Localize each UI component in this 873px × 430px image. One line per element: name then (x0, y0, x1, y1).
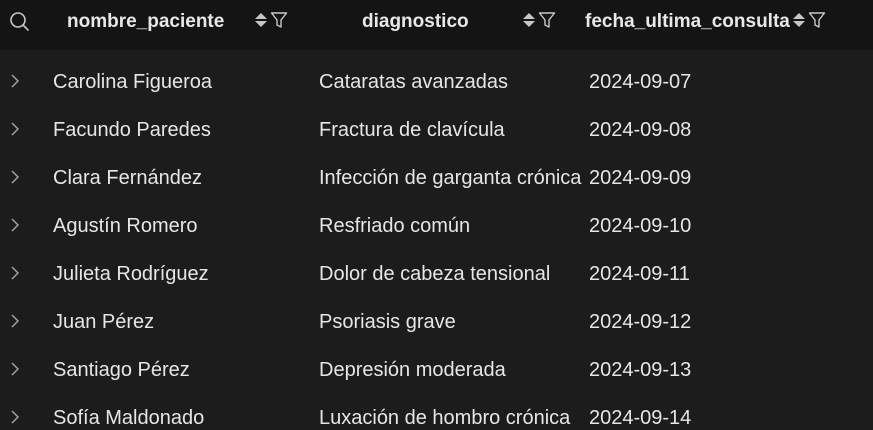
chevron-right-icon[interactable] (9, 360, 21, 378)
cell-diagnostico: Luxación de hombro crónica (319, 407, 571, 429)
filter-icon[interactable] (538, 10, 556, 30)
cell-fecha-ultima-consulta: 2024-09-08 (589, 119, 692, 141)
cell-diagnostico: Dolor de cabeza tensional (319, 263, 551, 285)
cell-diagnostico: Fractura de clavícula (319, 119, 505, 141)
column-controls-diagnostico (522, 8, 556, 32)
filter-icon[interactable] (270, 10, 288, 30)
table-row[interactable]: Clara Fernández Infección de garganta cr… (0, 154, 873, 202)
cell-nombre-paciente: Santiago Pérez (53, 359, 190, 381)
column-header-diagnostico[interactable]: diagnostico (362, 0, 512, 44)
column-controls-fecha-ultima-consulta (792, 8, 826, 32)
table-row[interactable]: Facundo Paredes Fractura de clavícula 20… (0, 106, 873, 154)
table-row[interactable]: Santiago Pérez Depresión moderada 2024-0… (0, 346, 873, 394)
cell-diagnostico: Resfriado común (319, 215, 471, 237)
chevron-right-icon[interactable] (9, 408, 21, 426)
grid-body: Carolina Figueroa Cataratas avanzadas 20… (0, 58, 873, 430)
column-controls-nombre-paciente (254, 8, 288, 32)
cell-nombre-paciente: Carolina Figueroa (53, 71, 212, 93)
chevron-right-icon[interactable] (9, 120, 21, 138)
cell-fecha-ultima-consulta: 2024-09-09 (589, 167, 692, 189)
sort-icon[interactable] (792, 10, 806, 30)
table-row[interactable]: Carolina Figueroa Cataratas avanzadas 20… (0, 58, 873, 106)
sort-icon[interactable] (522, 10, 536, 30)
sort-icon[interactable] (254, 10, 268, 30)
search-icon[interactable] (8, 10, 30, 32)
cell-diagnostico: Psoriasis grave (319, 311, 456, 333)
grid-header: nombre_paciente diagnostico fecha_ultima… (0, 0, 873, 50)
chevron-right-icon[interactable] (9, 264, 21, 282)
chevron-right-icon[interactable] (9, 168, 21, 186)
column-header-fecha-ultima-consulta[interactable]: fecha_ultima_consulta (585, 0, 790, 44)
cell-fecha-ultima-consulta: 2024-09-07 (589, 71, 692, 93)
cell-diagnostico: Cataratas avanzadas (319, 71, 509, 93)
cell-fecha-ultima-consulta: 2024-09-13 (589, 359, 692, 381)
cell-fecha-ultima-consulta: 2024-09-12 (589, 311, 692, 333)
cell-fecha-ultima-consulta: 2024-09-10 (589, 215, 692, 237)
filter-icon[interactable] (808, 10, 826, 30)
cell-fecha-ultima-consulta: 2024-09-11 (589, 263, 690, 285)
cell-nombre-paciente: Agustín Romero (53, 215, 198, 237)
cell-fecha-ultima-consulta: 2024-09-14 (589, 407, 692, 429)
column-header-nombre-paciente[interactable]: nombre_paciente (67, 0, 247, 44)
chevron-right-icon[interactable] (9, 216, 21, 234)
cell-diagnostico: Depresión moderada (319, 359, 506, 381)
table-row[interactable]: Juan Pérez Psoriasis grave 2024-09-12 (0, 298, 873, 346)
table-row[interactable]: Julieta Rodríguez Dolor de cabeza tensio… (0, 250, 873, 298)
cell-diagnostico: Infección de garganta crónica (319, 167, 582, 189)
cell-nombre-paciente: Juan Pérez (53, 311, 155, 333)
table-row[interactable]: Sofía Maldonado Luxación de hombro cróni… (0, 394, 873, 430)
cell-nombre-paciente: Clara Fernández (53, 167, 202, 189)
data-grid: nombre_paciente diagnostico fecha_ultima… (0, 0, 873, 430)
cell-nombre-paciente: Julieta Rodríguez (53, 263, 209, 285)
chevron-right-icon[interactable] (9, 72, 21, 90)
cell-nombre-paciente: Sofía Maldonado (53, 407, 205, 429)
cell-nombre-paciente: Facundo Paredes (53, 119, 211, 141)
table-row[interactable]: Agustín Romero Resfriado común 2024-09-1… (0, 202, 873, 250)
chevron-right-icon[interactable] (9, 312, 21, 330)
